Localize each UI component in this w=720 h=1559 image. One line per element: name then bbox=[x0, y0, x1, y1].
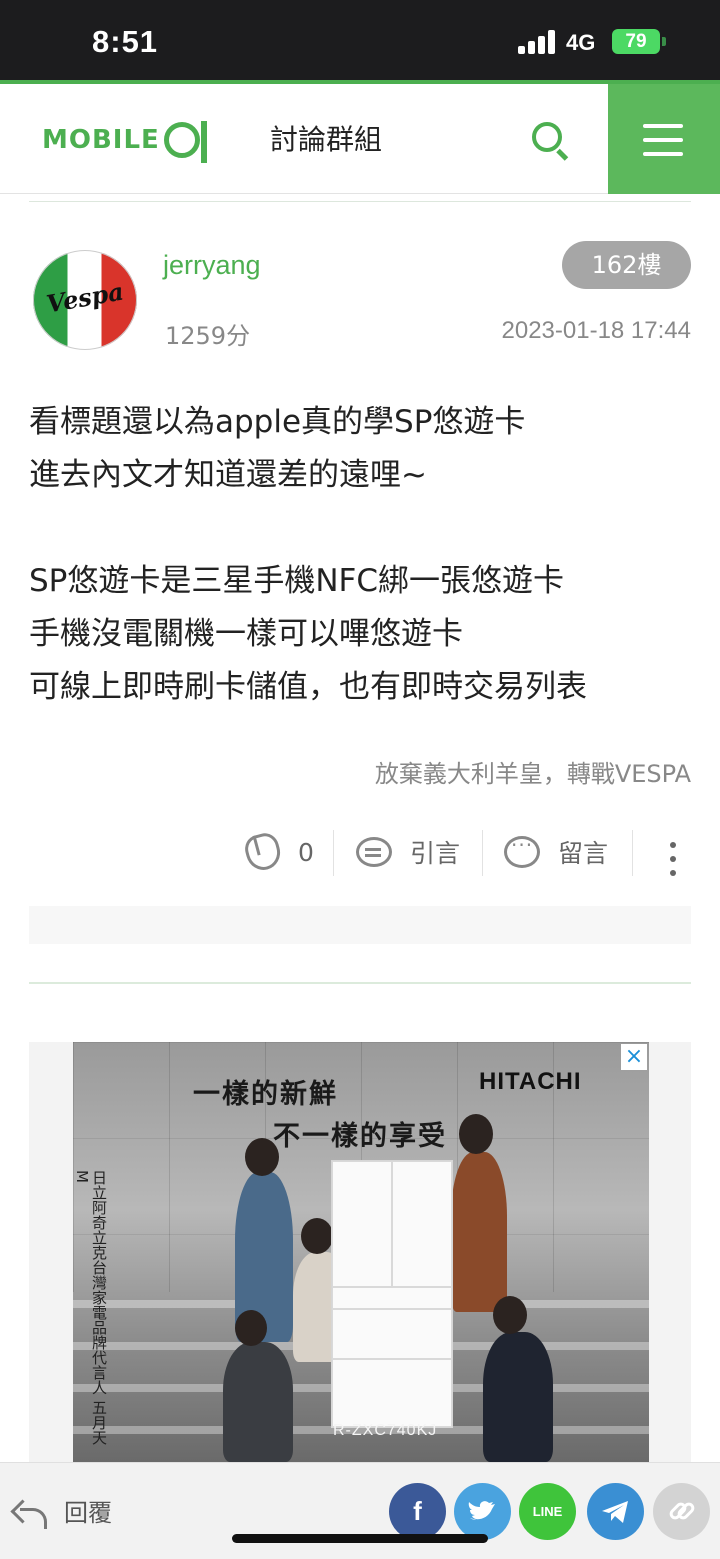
user-signature: 放棄義大利羊皇，轉戰VESPA bbox=[374, 760, 691, 788]
action-divider bbox=[482, 830, 483, 876]
hitachi-ad-banner[interactable]: 一樣的新鮮 不一樣的享受 HITACHI 日立阿奇立克台灣家電品牌代言人 五月天… bbox=[73, 1042, 649, 1462]
line-share-icon[interactable]: LINE bbox=[519, 1483, 576, 1540]
telegram-plane-icon bbox=[602, 1501, 628, 1523]
reply-arrow-icon bbox=[12, 1497, 48, 1529]
more-options-icon[interactable] bbox=[660, 832, 684, 876]
reply-button[interactable]: 回覆 bbox=[12, 1493, 112, 1529]
ad-person bbox=[451, 1152, 507, 1312]
post-line: 可線上即時刷卡儲值，也有即時交易列表 bbox=[29, 669, 587, 705]
clap-icon bbox=[241, 830, 285, 874]
comment-button[interactable]: 留言 bbox=[504, 826, 608, 878]
battery-tip bbox=[662, 37, 666, 46]
hamburger-icon bbox=[643, 124, 683, 128]
site-header: MOBILE 討論群組 bbox=[0, 80, 720, 194]
signal-icon bbox=[518, 30, 556, 54]
mobile01-logo[interactable]: MOBILE bbox=[42, 118, 207, 163]
action-divider bbox=[333, 830, 334, 876]
floor-badge[interactable]: 162樓 bbox=[562, 241, 691, 289]
ad-person bbox=[223, 1342, 293, 1462]
post-footer-bar bbox=[29, 906, 691, 944]
user-score: 1259分 bbox=[165, 322, 251, 350]
search-button[interactable] bbox=[528, 118, 572, 162]
post-line: SP悠遊卡是三星手機NFC綁一張悠遊卡 bbox=[29, 563, 565, 599]
ad-fridge-image bbox=[331, 1160, 453, 1428]
like-button[interactable]: 0 bbox=[241, 826, 314, 878]
facebook-share-icon[interactable]: f bbox=[389, 1483, 446, 1540]
logo-text: MOBILE bbox=[42, 125, 160, 155]
network-type: 4G bbox=[566, 30, 596, 55]
divider bbox=[29, 201, 691, 202]
home-indicator bbox=[232, 1534, 488, 1543]
bottom-toolbar: 回覆 f LINE bbox=[0, 1462, 720, 1559]
ad-vertical-text: 日立阿奇立克台灣家電品牌代言人 五月天 M bbox=[73, 1170, 108, 1445]
section-title[interactable]: 討論群組 bbox=[270, 118, 382, 158]
divider bbox=[29, 982, 691, 984]
post-username[interactable]: jerryang bbox=[163, 250, 261, 281]
like-count: 0 bbox=[298, 837, 314, 867]
ad-person bbox=[483, 1332, 553, 1462]
logo-01-mark bbox=[163, 121, 207, 163]
battery-icon: 79 bbox=[612, 29, 660, 54]
post-date: 2023-01-18 17:44 bbox=[501, 317, 692, 344]
search-icon bbox=[532, 122, 562, 152]
post-line: 手機沒電關機一樣可以嗶悠遊卡 bbox=[29, 616, 463, 652]
quote-button[interactable]: 引言 bbox=[356, 826, 460, 878]
ad-container: 一樣的新鮮 不一樣的享受 HITACHI 日立阿奇立克台灣家電品牌代言人 五月天… bbox=[29, 1042, 691, 1462]
menu-button[interactable] bbox=[608, 84, 720, 194]
post-actions: 0 引言 留言 bbox=[0, 826, 720, 878]
twitter-bird-icon bbox=[468, 1501, 495, 1520]
post-line: 看標題還以為apple真的學SP悠遊卡 bbox=[29, 404, 526, 440]
ad-close-icon[interactable]: × bbox=[621, 1044, 647, 1070]
twitter-share-icon[interactable] bbox=[454, 1483, 511, 1540]
status-time: 8:51 bbox=[92, 24, 159, 59]
comment-icon bbox=[504, 833, 540, 868]
post-line-blank bbox=[29, 502, 699, 555]
ad-brand-logo: HITACHI bbox=[479, 1068, 582, 1095]
quote-icon bbox=[356, 837, 392, 867]
post-line: 進去內文才知道還差的遠哩~ bbox=[29, 457, 427, 493]
link-chain-icon bbox=[669, 1502, 695, 1520]
telegram-share-icon[interactable] bbox=[587, 1483, 644, 1540]
status-bar: 8:51 4G 79 bbox=[0, 0, 720, 80]
post-content: 看標題還以為apple真的學SP悠遊卡 進去內文才知道還差的遠哩~ SP悠遊卡是… bbox=[29, 396, 699, 714]
ad-headline-1: 一樣的新鮮 bbox=[193, 1079, 338, 1110]
copy-link-icon[interactable] bbox=[653, 1483, 710, 1540]
ad-headline-2: 不一樣的享受 bbox=[273, 1121, 447, 1152]
reply-label: 回覆 bbox=[64, 1499, 112, 1527]
ad-model-number: R-ZXC740KJ bbox=[333, 1422, 438, 1439]
action-divider bbox=[632, 830, 633, 876]
quote-label: 引言 bbox=[410, 839, 461, 868]
user-avatar[interactable]: Vespa bbox=[33, 250, 137, 350]
comment-label: 留言 bbox=[558, 839, 609, 868]
avatar-vespa-logo: Vespa bbox=[44, 276, 126, 319]
